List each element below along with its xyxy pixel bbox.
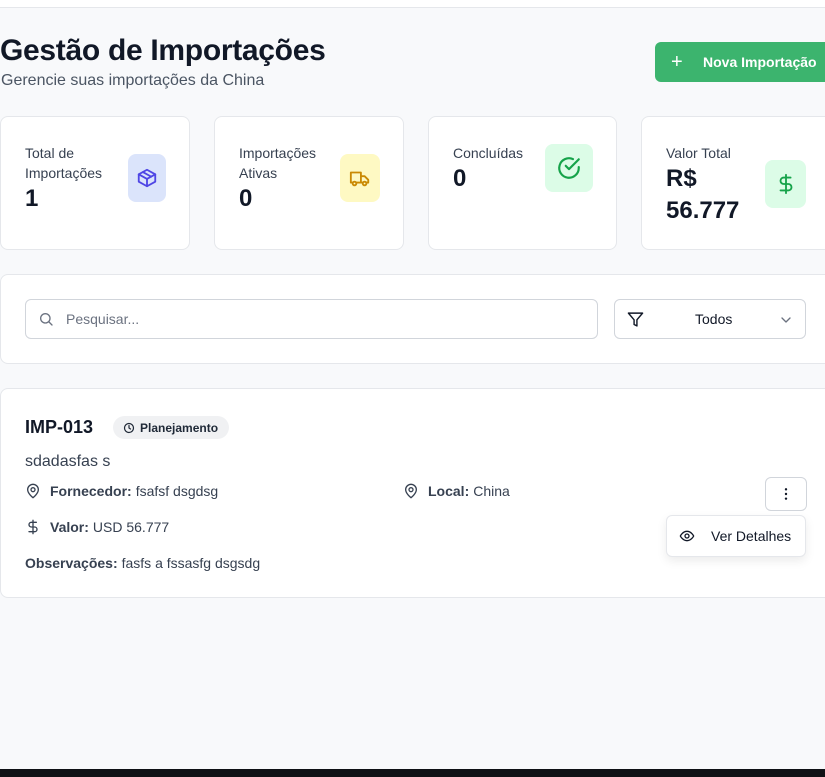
location-value: China bbox=[473, 483, 510, 499]
chevron-down-icon bbox=[778, 312, 794, 333]
stat-label: Importações Ativas bbox=[239, 145, 317, 181]
page-header: Gestão de Importações Gerencie suas impo… bbox=[0, 34, 825, 94]
notes-label: Observações: bbox=[25, 555, 118, 571]
map-pin-icon bbox=[405, 483, 417, 499]
filter-panel: Todos bbox=[0, 274, 825, 364]
dollar-icon bbox=[28, 519, 38, 535]
stat-label: Total de Importações bbox=[25, 145, 103, 181]
view-details-label: Ver Detalhes bbox=[711, 528, 792, 544]
clock-icon bbox=[123, 422, 135, 433]
search-box[interactable] bbox=[25, 299, 598, 339]
more-actions-button[interactable] bbox=[765, 477, 807, 511]
new-import-button[interactable]: + Nova Importação bbox=[655, 42, 825, 82]
status-filter-select[interactable]: Todos bbox=[614, 299, 806, 339]
filter-icon bbox=[627, 311, 644, 333]
stat-label: Concluídas bbox=[453, 145, 524, 161]
dollar-icon bbox=[765, 160, 806, 208]
plus-icon: + bbox=[671, 51, 683, 73]
import-code: IMP-013 bbox=[25, 417, 94, 437]
import-card: IMP-013 Planejamento sdadasfas s Fornece… bbox=[0, 388, 825, 598]
top-bar bbox=[0, 0, 825, 8]
stat-value: 0 bbox=[239, 185, 253, 212]
map-pin-icon bbox=[27, 483, 39, 499]
package-icon bbox=[128, 154, 166, 202]
supplier-value: fsafsf dsgdsg bbox=[135, 483, 219, 499]
stat-card-active: Importações Ativas 0 bbox=[214, 116, 404, 250]
import-description: sdadasfas s bbox=[25, 453, 111, 470]
value-amount: USD 56.777 bbox=[92, 519, 170, 535]
status-filter-value: Todos bbox=[695, 311, 733, 327]
status-badge-label: Planejamento bbox=[140, 420, 219, 435]
location-row: Local: China bbox=[403, 483, 510, 499]
check-circle-icon bbox=[545, 144, 593, 192]
search-input[interactable] bbox=[66, 311, 566, 327]
status-badge: Planejamento bbox=[113, 416, 230, 439]
stat-card-total: Total de Importações 1 bbox=[0, 116, 190, 250]
stat-card-completed: Concluídas 0 bbox=[428, 116, 617, 250]
page-subtitle: Gerencie suas importações da China bbox=[1, 72, 265, 89]
new-import-button-label: Nova Importação bbox=[703, 54, 817, 70]
location-label: Local: bbox=[428, 483, 470, 499]
stat-card-total-value: Valor Total R$ 56.777 bbox=[641, 116, 825, 250]
page-title: Gestão de Importações bbox=[0, 34, 326, 67]
notes-value: fasfs a fssasfg dsgsdg bbox=[121, 555, 261, 571]
value-row: Valor: USD 56.777 bbox=[25, 519, 169, 535]
stat-value: 0 bbox=[453, 165, 467, 192]
eye-icon bbox=[679, 530, 695, 542]
supplier-row: Fornecedor: fsafsf dsgdsg bbox=[25, 483, 218, 499]
stat-value: 1 bbox=[25, 185, 39, 212]
search-icon bbox=[38, 311, 54, 327]
supplier-label: Fornecedor: bbox=[50, 483, 132, 499]
stat-label: Valor Total bbox=[666, 145, 731, 161]
more-vertical-icon bbox=[784, 488, 788, 500]
value-label: Valor: bbox=[50, 519, 89, 535]
notes-row: Observações: fasfs a fssasfg dsgsdg bbox=[25, 555, 260, 571]
truck-icon bbox=[340, 154, 380, 202]
menu-item-view-details[interactable]: Ver Detalhes bbox=[666, 515, 806, 557]
bottom-bar bbox=[0, 769, 825, 777]
stat-value: R$ 56.777 bbox=[666, 165, 740, 224]
